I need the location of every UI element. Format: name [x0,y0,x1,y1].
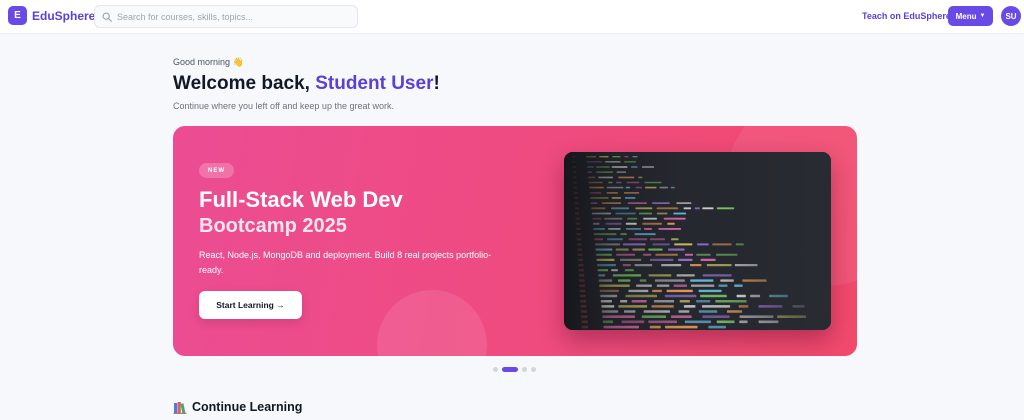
caret-down-icon: ▼ [979,13,986,19]
carousel-dot[interactable] [531,367,536,372]
carousel-dots [493,367,536,372]
logo-icon[interactable]: E [8,6,27,25]
menu-button[interactable]: Menu ▼ [948,6,993,26]
greeting-text: Good morning 👋 [173,57,244,67]
hero-banner: NEW Full-Stack Web Dev Bootcamp 2025 Rea… [173,126,857,356]
top-bar: E EduSphere Teach on EduSphere Menu ▼ SU [0,0,1024,34]
hero-decoration [377,290,487,356]
menu-label: Menu [955,11,977,21]
page-subtitle: Continue where you left off and keep up … [173,101,394,111]
avatar[interactable]: SU [1001,6,1021,26]
app-name[interactable]: EduSphere [32,9,95,23]
hero-title: Full-Stack Web Dev [199,187,403,212]
carousel-dot[interactable] [493,367,498,372]
new-badge: NEW [199,163,234,178]
user-name: Student User [315,73,434,94]
books-icon [173,402,187,414]
teach-link[interactable]: Teach on EduSphere [862,11,951,21]
continue-learning-heading: Continue Learning [173,400,302,414]
search-box[interactable] [94,5,358,28]
hero-description: React, Node.js, MongoDB and deployment. … [199,250,492,275]
section-title: Continue Learning [192,400,303,414]
carousel-dot[interactable] [502,367,518,372]
code-lines-graphic [564,152,831,330]
code-screen-image [564,152,831,330]
search-icon [102,12,112,22]
carousel-dot[interactable] [522,367,527,372]
hero-subtitle: Bootcamp 2025 [199,215,347,237]
welcome-suffix: ! [433,73,440,94]
start-learning-button[interactable]: Start Learning → [199,291,302,319]
welcome-prefix: Welcome back, [173,73,316,94]
search-input[interactable] [117,9,353,25]
page-title: Welcome back, Student User! [173,73,440,95]
